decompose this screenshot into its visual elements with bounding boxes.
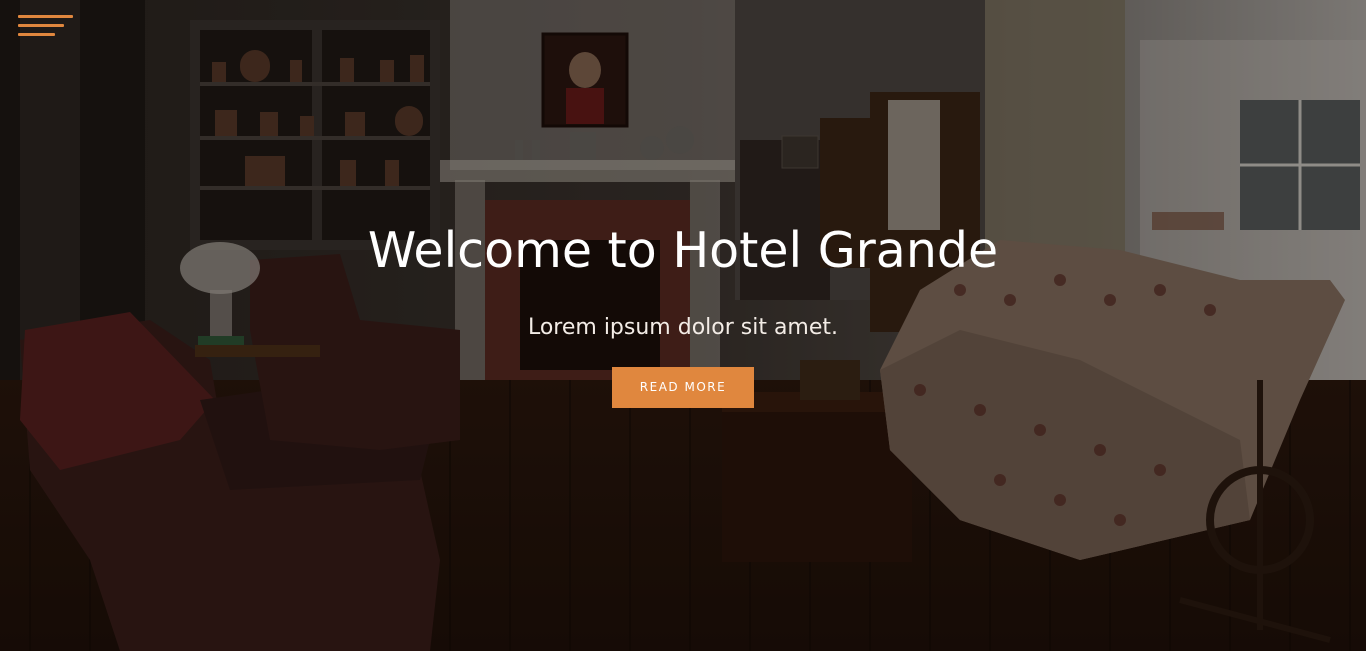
menu-bar-line xyxy=(18,33,55,36)
hamburger-menu-icon[interactable] xyxy=(18,14,74,40)
menu-bar-line xyxy=(18,24,64,27)
hero-title: Welcome to Hotel Grande xyxy=(367,222,999,279)
hero-section: Welcome to Hotel Grande Lorem ipsum dolo… xyxy=(0,0,1366,651)
hero-subtitle: Lorem ipsum dolor sit amet. xyxy=(527,315,839,340)
menu-bar-line xyxy=(18,15,73,18)
hero-content: Welcome to Hotel Grande Lorem ipsum dolo… xyxy=(0,216,1366,408)
read-more-button[interactable]: READ MORE xyxy=(612,367,754,408)
